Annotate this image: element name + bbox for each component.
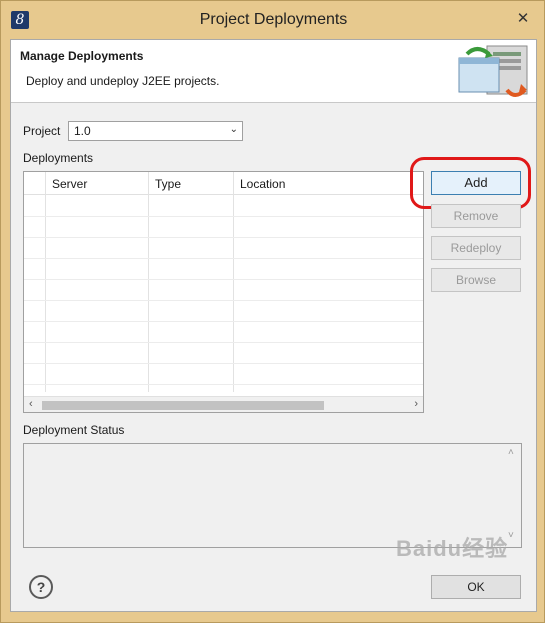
row-divider xyxy=(24,279,423,280)
deployment-wizard-icon xyxy=(458,45,528,97)
remove-button[interactable]: Remove xyxy=(431,204,521,228)
add-button[interactable]: Add xyxy=(431,171,521,195)
horizontal-scrollbar[interactable]: ‹ › xyxy=(24,396,423,412)
chevron-down-icon[interactable]: ˅ xyxy=(508,530,514,541)
table-header: Server Type Location xyxy=(24,172,423,195)
row-divider xyxy=(24,342,423,343)
scrollbar-thumb[interactable] xyxy=(42,401,324,410)
project-selected-value: 1.0 xyxy=(74,124,91,138)
project-label: Project xyxy=(23,124,61,138)
column-header-location[interactable]: Location xyxy=(240,177,285,191)
column-divider xyxy=(148,172,149,392)
row-divider xyxy=(24,237,423,238)
deployments-label: Deployments xyxy=(23,151,94,165)
column-header-type[interactable]: Type xyxy=(155,177,181,191)
dialog-content: Manage Deployments Deploy and undeploy J… xyxy=(10,39,537,612)
column-divider xyxy=(233,172,234,392)
browse-button[interactable]: Browse xyxy=(431,268,521,292)
window-title: Project Deployments xyxy=(199,11,348,28)
deployments-table[interactable]: Server Type Location ‹ › xyxy=(23,171,424,413)
header-banner: Manage Deployments Deploy and undeploy J… xyxy=(11,40,536,103)
row-divider xyxy=(24,216,423,217)
banner-description: Deploy and undeploy J2EE projects. xyxy=(26,74,220,88)
ok-button[interactable]: OK xyxy=(431,575,521,599)
project-select[interactable]: 1.0 ⌄ xyxy=(68,121,243,141)
chevron-left-icon[interactable]: ‹ xyxy=(29,398,33,410)
row-divider xyxy=(24,321,423,322)
deployment-status-label: Deployment Status xyxy=(23,423,125,437)
vertical-scrollbar[interactable]: ˄ ˅ xyxy=(505,444,521,547)
chevron-down-icon: ⌄ xyxy=(229,124,238,135)
help-icon[interactable]: ? xyxy=(29,575,53,599)
close-icon[interactable]: ✕ xyxy=(512,8,534,30)
row-divider xyxy=(24,363,423,364)
banner-title: Manage Deployments xyxy=(20,49,144,63)
column-divider xyxy=(45,172,46,392)
chevron-right-icon[interactable]: › xyxy=(414,398,418,410)
chevron-up-icon[interactable]: ˄ xyxy=(508,447,514,458)
redeploy-button[interactable]: Redeploy xyxy=(431,236,521,260)
column-header-server[interactable]: Server xyxy=(52,177,87,191)
row-divider xyxy=(24,300,423,301)
project-deployments-dialog: 8 Project Deployments ✕ Manage Deploymen… xyxy=(0,0,545,623)
row-divider xyxy=(24,384,423,385)
row-divider xyxy=(24,258,423,259)
deployment-status-text[interactable]: ˄ ˅ xyxy=(23,443,522,548)
title-bar[interactable]: 8 Project Deployments ✕ xyxy=(1,1,545,39)
